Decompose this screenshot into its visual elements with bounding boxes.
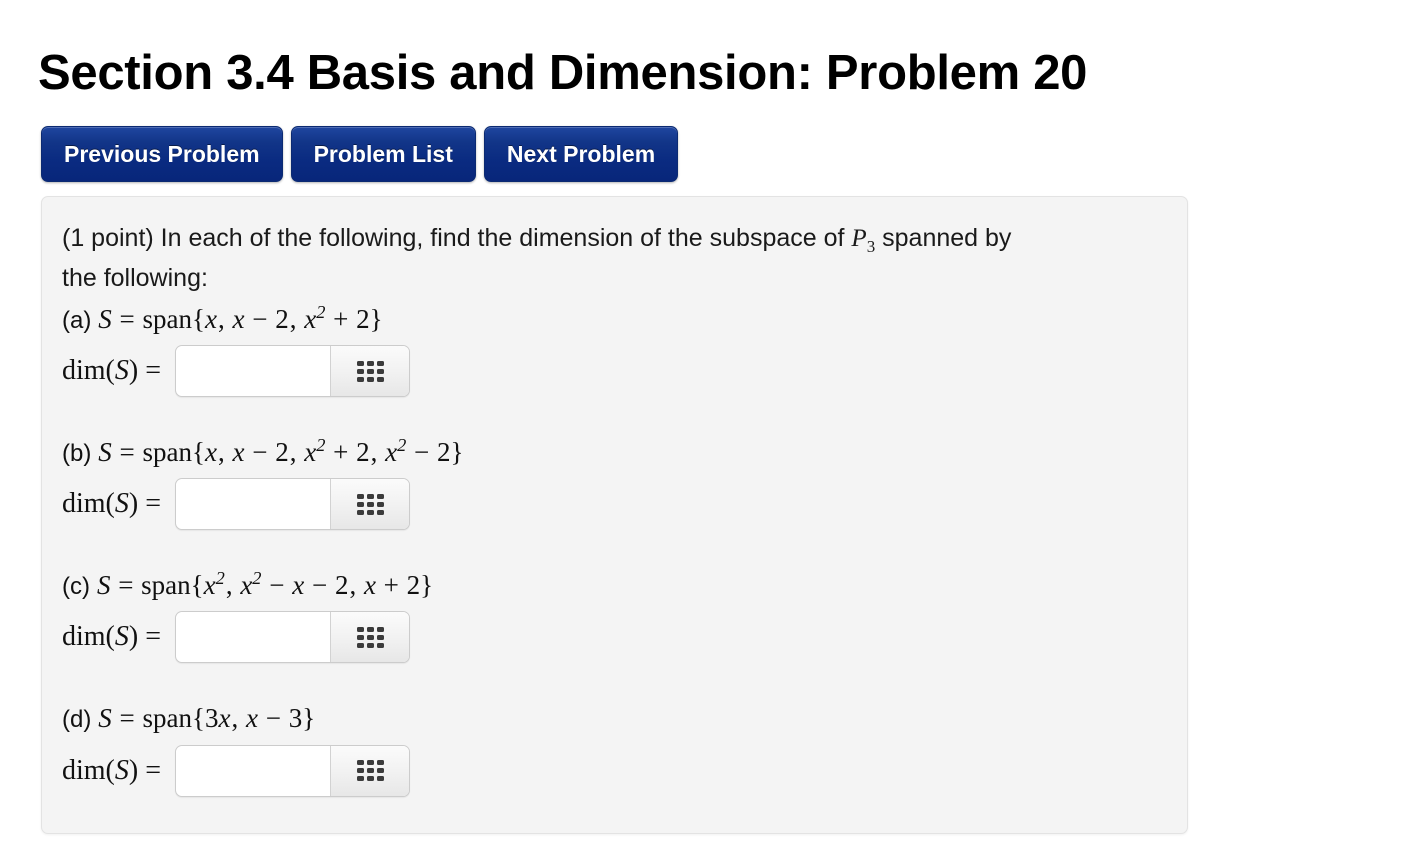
- part-a-expression: x, x − 2, x2 + 2: [205, 302, 370, 334]
- part-a-answer-row: dim(S) =: [62, 345, 1163, 398]
- part-b-equals: =: [119, 437, 135, 468]
- polynomial-space-symbol: P3: [851, 225, 876, 256]
- part-b-grid-button[interactable]: [331, 479, 410, 530]
- part-c-answer-input[interactable]: [176, 612, 332, 663]
- part-a-label: (a): [62, 307, 92, 334]
- part-d-span-word: span: [142, 703, 193, 734]
- part-d-open-brace: {: [192, 703, 205, 734]
- part-a-open-brace: {: [192, 304, 205, 334]
- problem-page: Section 3.4 Basis and Dimension: Problem…: [0, 0, 1420, 860]
- part-d-input-group[interactable]: [175, 744, 411, 797]
- part-a-grid-button[interactable]: [331, 346, 410, 397]
- page-title: Section 3.4 Basis and Dimension: Problem…: [38, 45, 1088, 100]
- prompt-text-before: In each of the following, find the dimen…: [160, 224, 845, 252]
- part-b-input-group[interactable]: [175, 478, 411, 531]
- part-c-answer-row: dim(S) =: [62, 611, 1163, 664]
- part-d-grid-button[interactable]: [331, 745, 410, 796]
- next-problem-button[interactable]: Next Problem: [483, 126, 679, 182]
- part-b-answer-input[interactable]: [176, 479, 332, 530]
- part-a-set-symbol: S: [98, 304, 112, 334]
- part-d-answer-row: dim(S) =: [62, 744, 1163, 797]
- part-b-label: (b): [62, 440, 92, 468]
- part-c-input-group[interactable]: [175, 611, 411, 664]
- grid-3x3-icon: [356, 493, 384, 515]
- part-b-open-brace: {: [192, 437, 205, 468]
- problem-panel: (1 point) In each of the following, find…: [41, 196, 1188, 834]
- part-c-set-symbol: S: [96, 570, 111, 601]
- part-c-span-word: span: [141, 570, 191, 601]
- part-c-open-brace: {: [190, 570, 204, 601]
- part-c-label: (c): [62, 573, 90, 601]
- part-b-span-word: span: [142, 437, 193, 468]
- grid-3x3-icon: [356, 626, 384, 648]
- part-d-close-brace: }: [302, 703, 316, 734]
- part-d-statement: (d) S = span{3x, x − 3}: [62, 699, 1163, 738]
- grid-3x3-icon: [356, 360, 384, 382]
- part-d-equals: =: [119, 703, 135, 734]
- part-a-span-word: span: [142, 304, 193, 334]
- part-d-set-symbol: S: [98, 703, 112, 734]
- part-c-dim-label: dim(S) =: [62, 621, 162, 653]
- part-d-answer-input[interactable]: [176, 745, 332, 796]
- part-a-input-group[interactable]: [175, 345, 411, 398]
- part-a-equals: =: [119, 304, 135, 334]
- part-c-close-brace: }: [420, 570, 434, 601]
- points-text: (1 point): [62, 224, 154, 252]
- part-a-close-brace: }: [369, 304, 383, 334]
- previous-problem-button[interactable]: Previous Problem: [41, 126, 283, 182]
- part-a-answer-input[interactable]: [176, 346, 332, 397]
- part-b-dim-label: dim(S) =: [62, 488, 162, 520]
- part-c-statement: (c) S = span{x2, x2 − x − 2, x + 2}: [62, 566, 1163, 605]
- part-b-statement: (b) S = span{x, x − 2, x2 + 2, x2 − 2}: [62, 433, 1163, 472]
- part-b-expression: x, x − 2, x2 + 2, x2 − 2: [205, 435, 451, 468]
- part-d-expression: 3x, x − 3: [205, 703, 303, 734]
- part-b-set-symbol: S: [98, 437, 112, 468]
- part-c-equals: =: [118, 570, 134, 601]
- part-a-statement: (a) S = span{x, x − 2, x2 + 2}: [62, 300, 1163, 339]
- part-d-dim-label: dim(S) =: [62, 754, 162, 786]
- polynomial-space-subscript: 3: [866, 237, 876, 256]
- part-b-answer-row: dim(S) =: [62, 478, 1163, 531]
- prompt-line-two: the following:: [62, 263, 208, 292]
- prompt-text-after: spanned by: [882, 224, 1012, 252]
- part-a-dim-label: dim(S) =: [62, 355, 162, 387]
- problem-prompt: (1 point) In each of the following, find…: [62, 219, 1162, 298]
- grid-3x3-icon: [356, 760, 384, 782]
- navigation-bar: Previous Problem Problem List Next Probl…: [41, 126, 679, 182]
- part-c-expression: x2, x2 − x − 2, x + 2: [203, 568, 421, 601]
- part-b-close-brace: }: [450, 437, 464, 468]
- problem-list-button[interactable]: Problem List: [290, 126, 476, 182]
- part-d-label: (d): [62, 706, 92, 734]
- part-c-grid-button[interactable]: [331, 612, 410, 663]
